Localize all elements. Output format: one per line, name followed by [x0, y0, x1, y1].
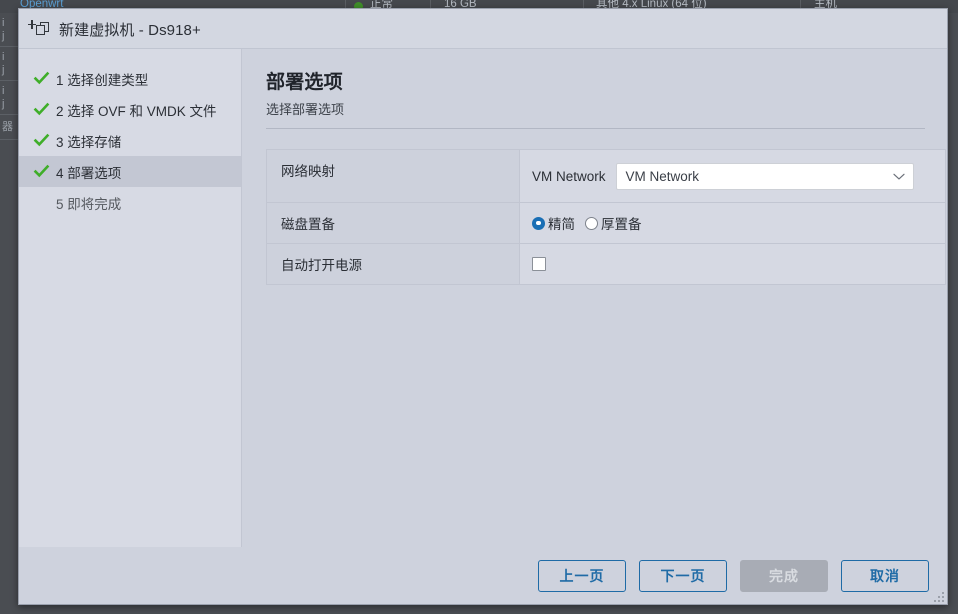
background-text-fragment: j [2, 98, 4, 110]
disk-provisioning-radio-group: 精简 厚置备 [532, 213, 648, 233]
network-select-wrapper: VM Network [616, 163, 914, 190]
background-divider [0, 114, 18, 115]
radio-thin-provision[interactable]: 精简 [532, 213, 581, 233]
radio-label: 精简 [548, 213, 575, 233]
back-button[interactable]: 上一页 [538, 560, 626, 592]
dialog-body: 1 选择创建类型 2 选择 OVF 和 VMDK 文件 3 选择存储 4 部署选… [19, 49, 947, 547]
background-text-fragment: j [2, 64, 4, 76]
network-mapping-value: VM Network VM Network [520, 150, 945, 202]
finish-button: 完成 [740, 560, 828, 592]
background-divider [0, 46, 18, 47]
dialog-footer: 上一页 下一页 完成 取消 [19, 547, 947, 604]
background-divider [0, 139, 18, 140]
wizard-step-sidebar: 1 选择创建类型 2 选择 OVF 和 VMDK 文件 3 选择存储 4 部署选… [19, 49, 242, 547]
radio-mark-icon [532, 217, 545, 230]
power-on-value [520, 244, 945, 284]
network-name-label: VM Network [532, 169, 606, 184]
sidebar-item-label: 5 即将完成 [56, 193, 121, 213]
sidebar-item-step-4[interactable]: 4 部署选项 [19, 156, 241, 187]
dialog-title-bar[interactable]: 新建虚拟机 - Ds918+ [19, 9, 947, 49]
check-icon [33, 132, 50, 149]
radio-label: 厚置备 [601, 213, 642, 233]
wizard-content-pane: 部署选项 选择部署选项 网络映射 VM Network VM Network [242, 49, 947, 547]
check-icon [33, 163, 50, 180]
sidebar-item-label: 2 选择 OVF 和 VMDK 文件 [56, 100, 217, 120]
background-text-fragment: 器 [2, 121, 13, 133]
check-icon [33, 101, 50, 118]
table-row-network-mapping: 网络映射 VM Network VM Network [267, 150, 945, 203]
disk-provisioning-label: 磁盘置备 [267, 203, 520, 243]
table-row-power-on: 自动打开电源 [267, 244, 945, 285]
next-button[interactable]: 下一页 [639, 560, 727, 592]
title-divider [266, 128, 925, 129]
background-left-strip: i j i j i j 器 [0, 13, 18, 614]
disk-provisioning-value: 精简 厚置备 [520, 203, 945, 243]
background-text-fragment: i [2, 51, 4, 63]
background-divider [0, 80, 18, 81]
sidebar-item-label: 4 部署选项 [56, 162, 121, 182]
network-select[interactable]: VM Network [616, 163, 914, 190]
sidebar-item-label: 1 选择创建类型 [56, 69, 148, 89]
page-title: 部署选项 [266, 67, 925, 94]
table-row-disk-provisioning: 磁盘置备 精简 厚置备 [267, 203, 945, 244]
check-icon [33, 70, 50, 87]
sidebar-item-step-1[interactable]: 1 选择创建类型 [19, 63, 241, 94]
sidebar-item-step-2[interactable]: 2 选择 OVF 和 VMDK 文件 [19, 94, 241, 125]
radio-mark-icon [585, 217, 598, 230]
deployment-options-table: 网络映射 VM Network VM Network 磁盘置备 [266, 149, 946, 285]
background-text-fragment: i [2, 85, 4, 97]
page-subtitle: 选择部署选项 [266, 99, 925, 118]
sidebar-item-step-3[interactable]: 3 选择存储 [19, 125, 241, 156]
new-vm-wizard-dialog: 新建虚拟机 - Ds918+ 1 选择创建类型 2 选择 OVF 和 VMDK … [18, 8, 948, 605]
power-on-label: 自动打开电源 [267, 244, 520, 284]
cancel-button[interactable]: 取消 [841, 560, 929, 592]
sidebar-item-label: 3 选择存储 [56, 131, 121, 151]
new-vm-icon [29, 19, 51, 39]
background-text-fragment: j [2, 30, 4, 42]
network-mapping-label: 网络映射 [267, 150, 520, 202]
resize-grip[interactable] [933, 591, 944, 602]
dialog-title: 新建虚拟机 - Ds918+ [59, 19, 201, 40]
sidebar-item-step-5[interactable]: 5 即将完成 [19, 187, 241, 218]
radio-thick-provision[interactable]: 厚置备 [585, 213, 648, 233]
power-on-checkbox[interactable] [532, 257, 546, 271]
background-text-fragment: i [2, 17, 4, 29]
